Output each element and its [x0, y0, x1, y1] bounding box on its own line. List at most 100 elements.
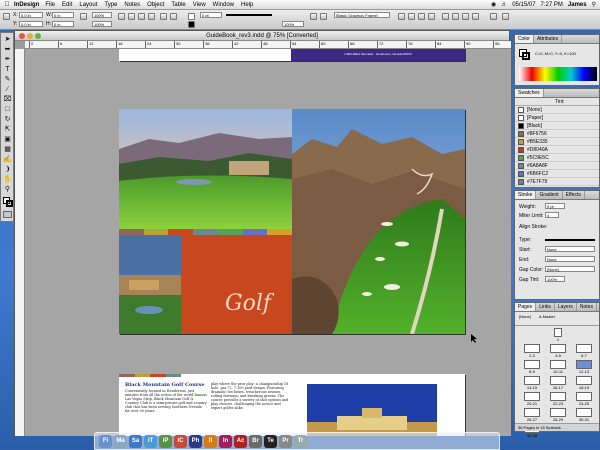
menu-window[interactable]: Window	[213, 2, 234, 8]
golf-landscape-image[interactable]	[119, 109, 292, 229]
opacity-field[interactable]: 100%	[282, 21, 304, 27]
menu-view[interactable]: View	[193, 2, 206, 8]
spotlight-icon[interactable]: ⚲	[592, 1, 596, 8]
golf-course-image[interactable]	[292, 109, 465, 334]
notes-tool-icon[interactable]: ✍	[3, 155, 12, 164]
fill-proportionally-icon[interactable]	[428, 13, 435, 20]
close-icon[interactable]	[19, 33, 25, 39]
pasteboard[interactable]: 1-800-Black Mountain · Henderson, Nevada…	[25, 49, 511, 436]
page-thumbnail[interactable]: 2-3	[521, 344, 543, 360]
stroke-color-icon[interactable]	[6, 200, 13, 207]
stroke-weight-input[interactable]: 0 pt	[545, 203, 565, 209]
dock-app-icon[interactable]: Ma	[114, 434, 127, 448]
x-field[interactable]: 0.0 in	[19, 12, 43, 18]
menu-layout[interactable]: Layout	[79, 2, 97, 8]
vertical-ruler[interactable]	[15, 49, 25, 436]
wifi-icon[interactable]: ◉	[491, 1, 496, 8]
tab-notes[interactable]: Notes	[577, 303, 597, 311]
scale-tool-icon[interactable]: ⇱	[3, 125, 12, 134]
free-transform-tool-icon[interactable]: ▣	[3, 135, 12, 144]
page-thumbnail[interactable]: 14-15	[521, 376, 543, 392]
master-none[interactable]: [None]	[519, 314, 531, 323]
color-ramp[interactable]	[519, 67, 597, 81]
app-menu[interactable]: InDesign	[14, 2, 39, 8]
dock-app-icon[interactable]: Il	[204, 434, 217, 448]
dock-app-icon[interactable]: Br	[249, 434, 262, 448]
clubhouse-image[interactable]	[119, 235, 181, 334]
next-spread[interactable]: Black Mountain Golf Course Conveniently …	[119, 374, 465, 436]
selection-tool-icon[interactable]: ➤	[3, 35, 12, 44]
dock-app-icon[interactable]: iP	[159, 434, 172, 448]
rotate-icon[interactable]	[118, 13, 125, 20]
page-thumbnail[interactable]: 22-23	[547, 392, 569, 408]
dock-app-icon[interactable]: Tr	[294, 434, 307, 448]
tab-stroke[interactable]: Stroke	[515, 191, 537, 199]
scale-x-field[interactable]: 100%	[92, 12, 112, 18]
page-thumbnail[interactable]: 30-31	[573, 408, 595, 424]
page-thumbnail[interactable]: 20-21	[521, 392, 543, 408]
zoom-window-icon[interactable]	[35, 33, 41, 39]
page-thumbnail[interactable]: 24-25	[573, 392, 595, 408]
page-thumbnail[interactable]: 26-27	[521, 408, 543, 424]
menu-edit[interactable]: Edit	[62, 2, 72, 8]
page-thumbnail[interactable]: 10-11	[547, 360, 569, 376]
pencil-tool-icon[interactable]: ✎	[3, 75, 12, 84]
flip-horizontal-icon[interactable]	[138, 13, 145, 20]
page-thumbnail[interactable]: 4-5	[547, 344, 569, 360]
select-content-icon[interactable]	[170, 13, 177, 20]
view-mode-icon[interactable]	[3, 211, 12, 218]
volume-icon[interactable]: ♬	[501, 2, 507, 8]
tab-links[interactable]: Links	[536, 303, 555, 311]
resort-image[interactable]	[307, 384, 437, 436]
y-field[interactable]: 0.0 in	[19, 21, 43, 27]
frame-tool-icon[interactable]: ⌧	[3, 95, 12, 104]
swatch-item[interactable]: #7E7F79	[515, 178, 599, 186]
menu-file[interactable]: File	[45, 2, 55, 8]
minimize-icon[interactable]	[27, 33, 33, 39]
stroke-type-select[interactable]	[545, 239, 595, 241]
swatch-item[interactable]: #8F6756	[515, 130, 599, 138]
align-left-icon[interactable]	[442, 13, 449, 20]
page-thumbnail[interactable]: 28-29	[547, 408, 569, 424]
frame-style-dropdown[interactable]: [Basic Graphics Frame]	[334, 12, 390, 18]
menu-type[interactable]: Type	[104, 2, 117, 8]
rotate-tool-icon[interactable]: ↻	[3, 115, 12, 124]
drop-shadow-icon[interactable]	[310, 13, 317, 20]
orange-title-block[interactable]: Golf	[181, 235, 292, 334]
previous-spread[interactable]: 1-800-Black Mountain · Henderson, Nevada…	[119, 49, 465, 61]
gap-color-select[interactable]: [None]	[545, 266, 595, 272]
page-thumbnail[interactable]: 12-13	[573, 360, 595, 376]
dock-app-icon[interactable]: Ph	[189, 434, 202, 448]
tint-control[interactable]: Tint:	[515, 98, 599, 106]
clock-date[interactable]: 05/15/07	[512, 2, 535, 8]
tab-gradient[interactable]: Gradient	[536, 191, 563, 199]
swatch-item[interactable]: #6A8A8F	[515, 162, 599, 170]
dock-app-icon[interactable]: Sa	[129, 434, 142, 448]
align-right-icon[interactable]	[462, 13, 469, 20]
master-a[interactable]: A-Master	[539, 314, 555, 323]
reference-point-icon[interactable]	[3, 13, 10, 20]
dock-app-icon[interactable]: Pr	[279, 434, 292, 448]
dock-app-icon[interactable]: iC	[174, 434, 187, 448]
type-tool-icon[interactable]: T	[3, 65, 12, 74]
tab-layers[interactable]: Layers	[555, 303, 577, 311]
tab-color[interactable]: Color	[515, 35, 534, 43]
swatch-item[interactable]: #6B6FC2	[515, 170, 599, 178]
dock-app-icon[interactable]: Fi	[99, 434, 112, 448]
page-thumbnail[interactable]: 6-7	[573, 344, 595, 360]
dock-app-icon[interactable]: In	[219, 434, 232, 448]
fit-frame-icon[interactable]	[408, 13, 415, 20]
zoom-tool-icon[interactable]: ⚲	[3, 185, 12, 194]
fit-content-icon[interactable]	[398, 13, 405, 20]
page-thumbnail[interactable]: 16-17	[547, 376, 569, 392]
menu-help[interactable]: Help	[241, 2, 253, 8]
line-tool-icon[interactable]: ∕	[3, 85, 12, 94]
tab-pages[interactable]: Pages	[515, 303, 537, 311]
flip-vertical-icon[interactable]	[148, 13, 155, 20]
center-content-icon[interactable]	[418, 13, 425, 20]
clock-time[interactable]: 7:27 PM	[541, 2, 563, 8]
gap-tint-input[interactable]: 100%	[545, 276, 565, 282]
gradient-tool-icon[interactable]: ▦	[3, 145, 12, 154]
menu-table[interactable]: Table	[171, 2, 185, 8]
swatch-item[interactable]: [Black]	[515, 122, 599, 130]
